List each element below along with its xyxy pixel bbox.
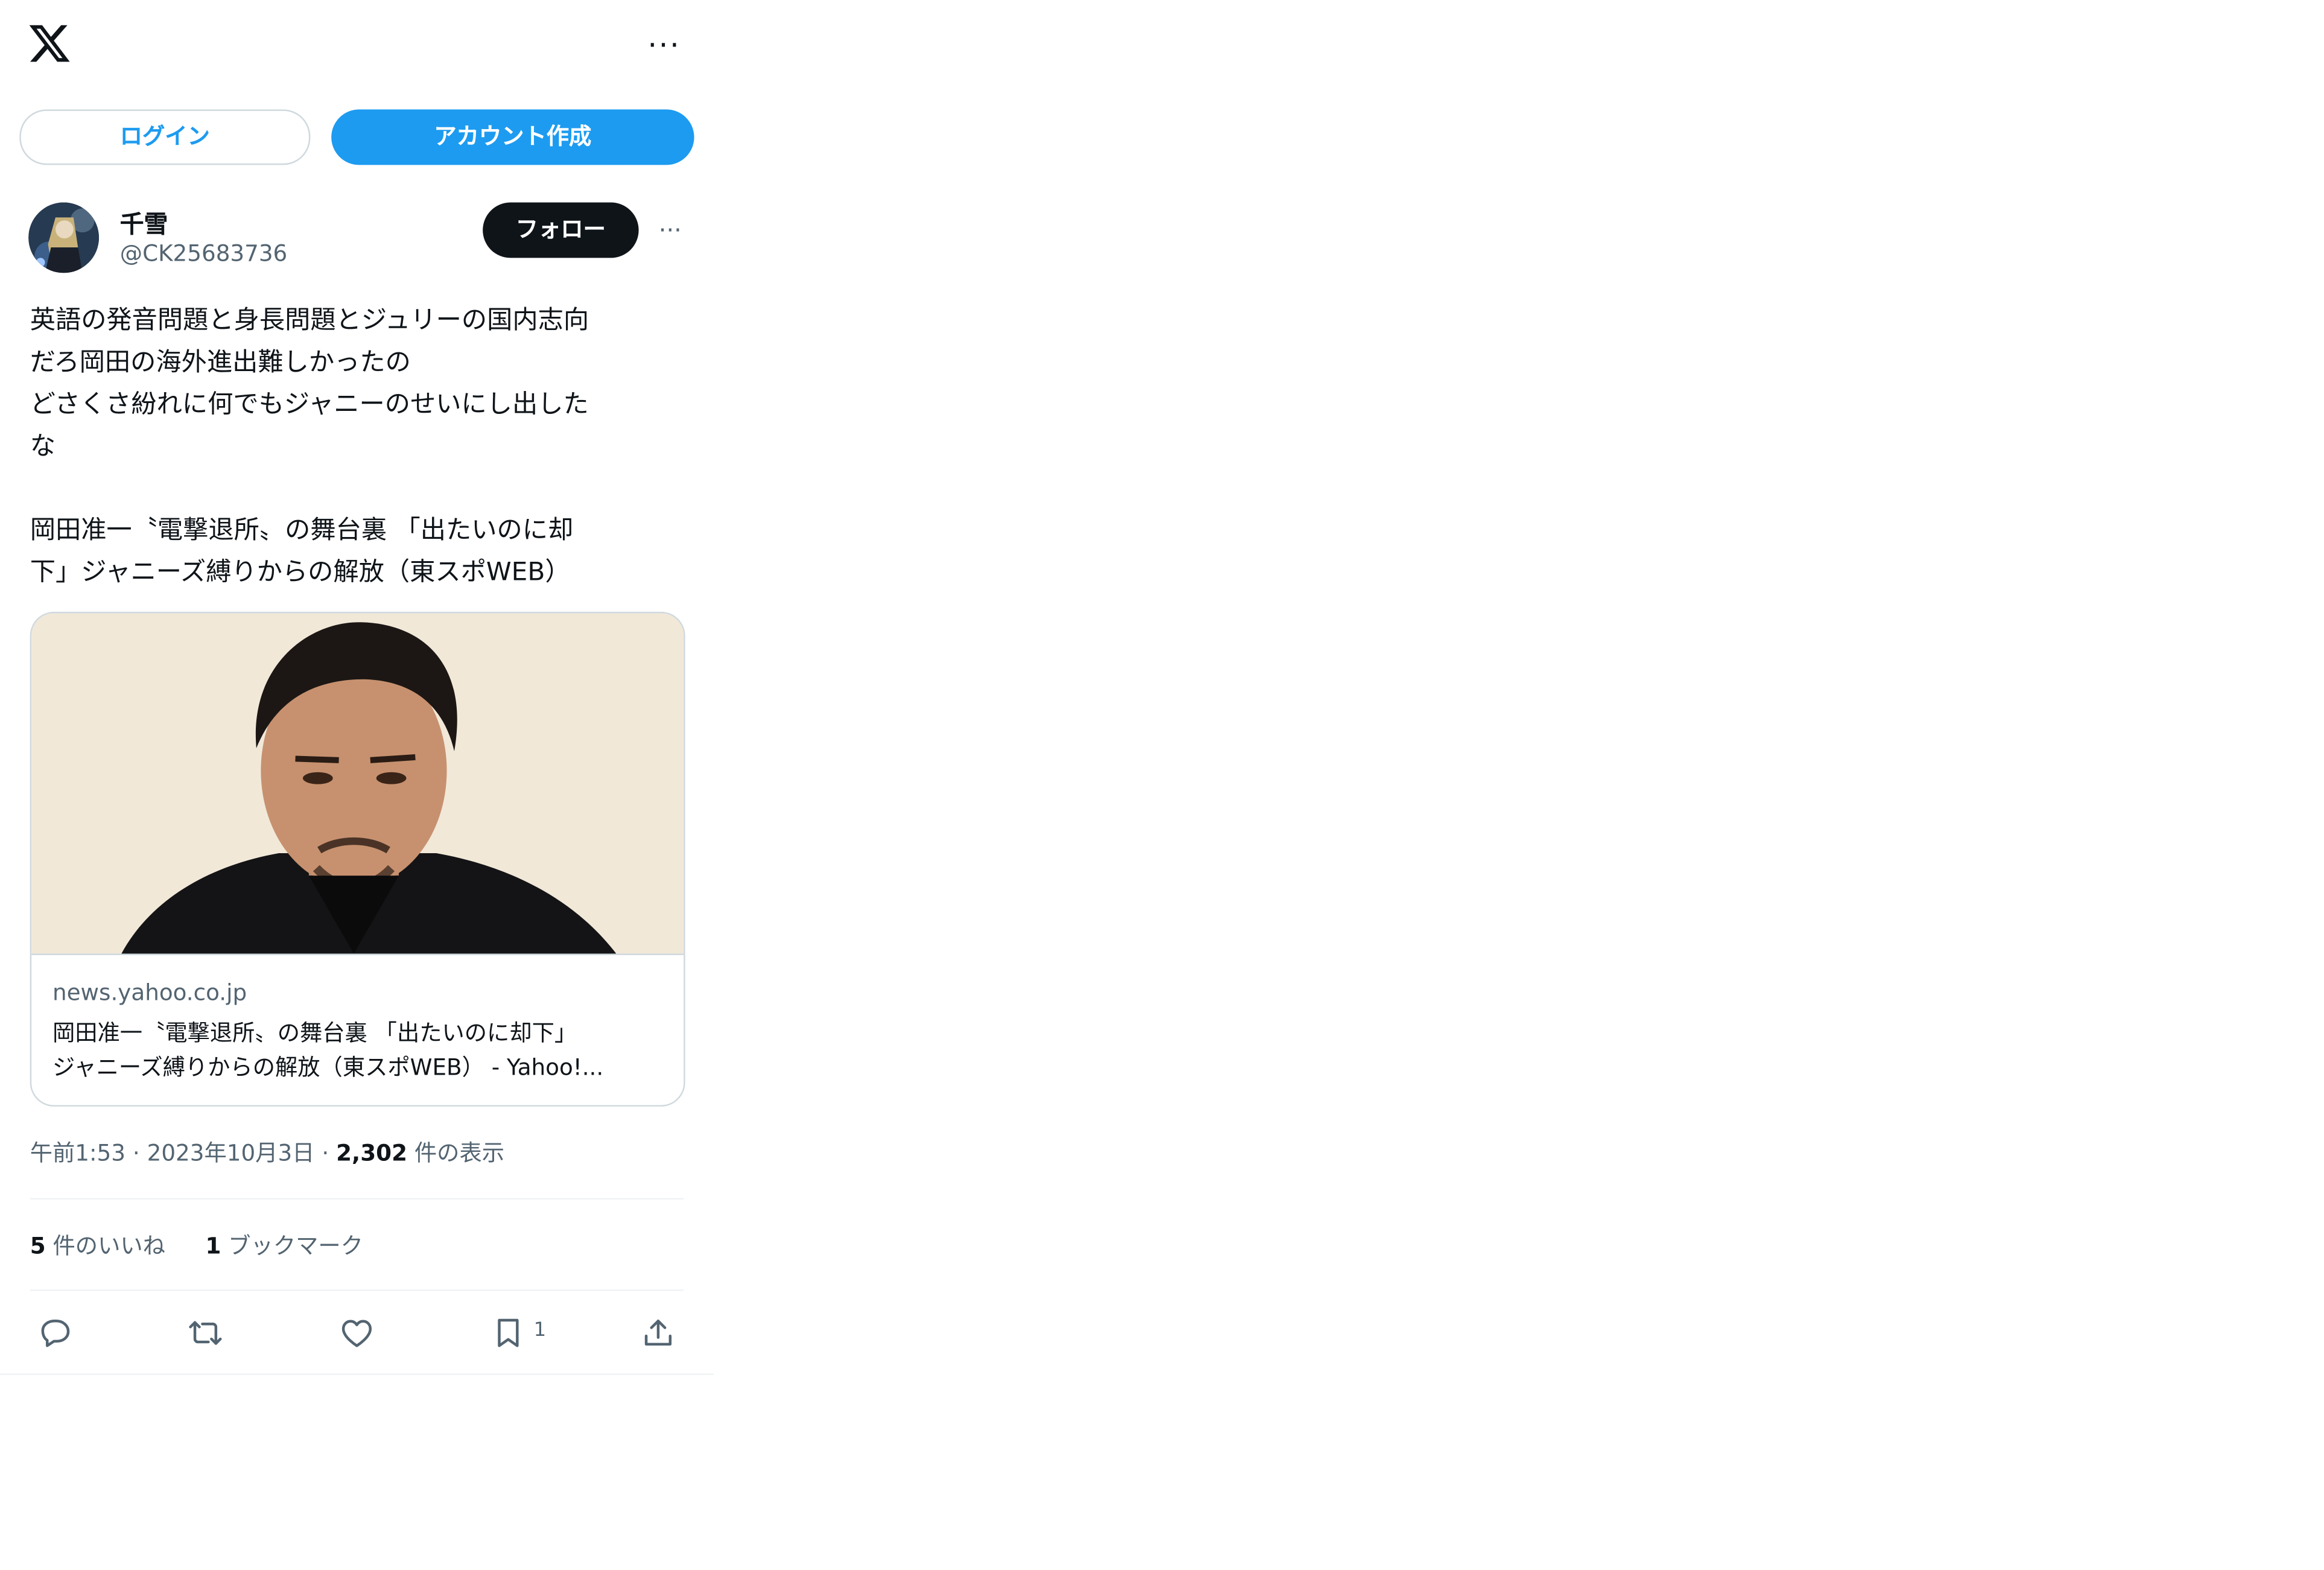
tweet-text-line: 英語の発音問題と身長問題とジュリーの国内志向 [30,305,589,336]
likes-label: 件のいいね [52,1232,165,1260]
tweet-more-icon[interactable]: ··· [653,216,687,246]
link-card-domain: news.yahoo.co.jp [52,979,247,1006]
link-card-meta[interactable]: news.yahoo.co.jp 岡田准一〝電撃退所〟の舞台裏 「出たいのに却下… [31,953,684,1105]
x-logo-icon[interactable] [27,21,72,69]
retweet-icon[interactable] [183,1311,228,1356]
separator-dot: · [132,1139,140,1167]
tweet-text: 英語の発音問題と身長問題とジュリーの国内志向 だろ岡田の海外進出難しかったの ど… [30,300,690,594]
tweet-text-line: 下」ジャニーズ縛りからの解放（東スポWEB） [30,558,571,588]
views-count: 2,302 [336,1139,408,1167]
link-card[interactable]: news.yahoo.co.jp 岡田准一〝電撃退所〟の舞台裏 「出たいのに却下… [30,611,685,1107]
share-icon[interactable] [636,1311,681,1356]
divider [30,1198,684,1200]
stage: ··· ログイン アカウント作成 千雪 @CK25683736 フォロー ···… [0,0,2324,1570]
reply-icon[interactable] [33,1311,78,1356]
likes-count: 5 [30,1232,46,1260]
login-button[interactable]: ログイン [19,109,311,165]
link-card-image[interactable] [31,613,684,954]
tweet-text-line: どさくさ紛れに何でもジャニーのせいにし出した [30,390,589,420]
tweet-text-line: 岡田准一〝電撃退所〟の舞台裏 「出たいのに却 [30,515,574,546]
author-name[interactable]: 千雪 [120,204,168,240]
bookmarks-count: 1 [205,1232,221,1260]
bookmarks-label: ブックマーク [228,1232,363,1260]
bookmark-action-count: 1 [533,1319,547,1343]
bookmarks-stat[interactable]: 1 ブックマーク [205,1233,363,1260]
more-options-icon[interactable]: ··· [645,27,684,63]
tweet-timestamp: 午前1:53 · 2023年10月3日 · 2,302 件の表示 [30,1137,504,1168]
tweet-time[interactable]: 午前1:53 [30,1140,125,1167]
tweet-text-line: だろ岡田の海外進出難しかったの [30,348,411,378]
bookmark-icon[interactable] [486,1311,531,1356]
link-card-title-line: 岡田准一〝電撃退所〟の舞台裏 「出たいのに却下」 [52,1019,577,1047]
tweet-text-line: な [30,431,56,462]
heart-icon[interactable] [334,1311,379,1356]
link-card-title-line: ジャニーズ縛りからの解放（東スポWEB） - Yahoo!... [52,1054,604,1081]
tweet-stats: 5 件のいいね 1 ブックマーク [30,1230,363,1261]
avatar[interactable] [28,202,100,273]
tweet-date[interactable]: 2023年10月3日 [147,1140,315,1167]
separator-dot: · [322,1139,329,1167]
tweet-text-blank-line [30,468,690,510]
tweet-column: ··· ログイン アカウント作成 千雪 @CK25683736 フォロー ···… [0,0,714,1375]
author-handle[interactable]: @CK25683736 [120,240,288,267]
create-account-button[interactable]: アカウント作成 [331,109,694,165]
divider [30,1289,684,1291]
likes-stat[interactable]: 5 件のいいね [30,1233,165,1260]
link-card-title: 岡田准一〝電撃退所〟の舞台裏 「出たいのに却下」 ジャニーズ縛りからの解放（東ス… [52,1017,664,1085]
follow-button[interactable]: フォロー [483,202,639,258]
views-label: 件の表示 [414,1139,505,1167]
